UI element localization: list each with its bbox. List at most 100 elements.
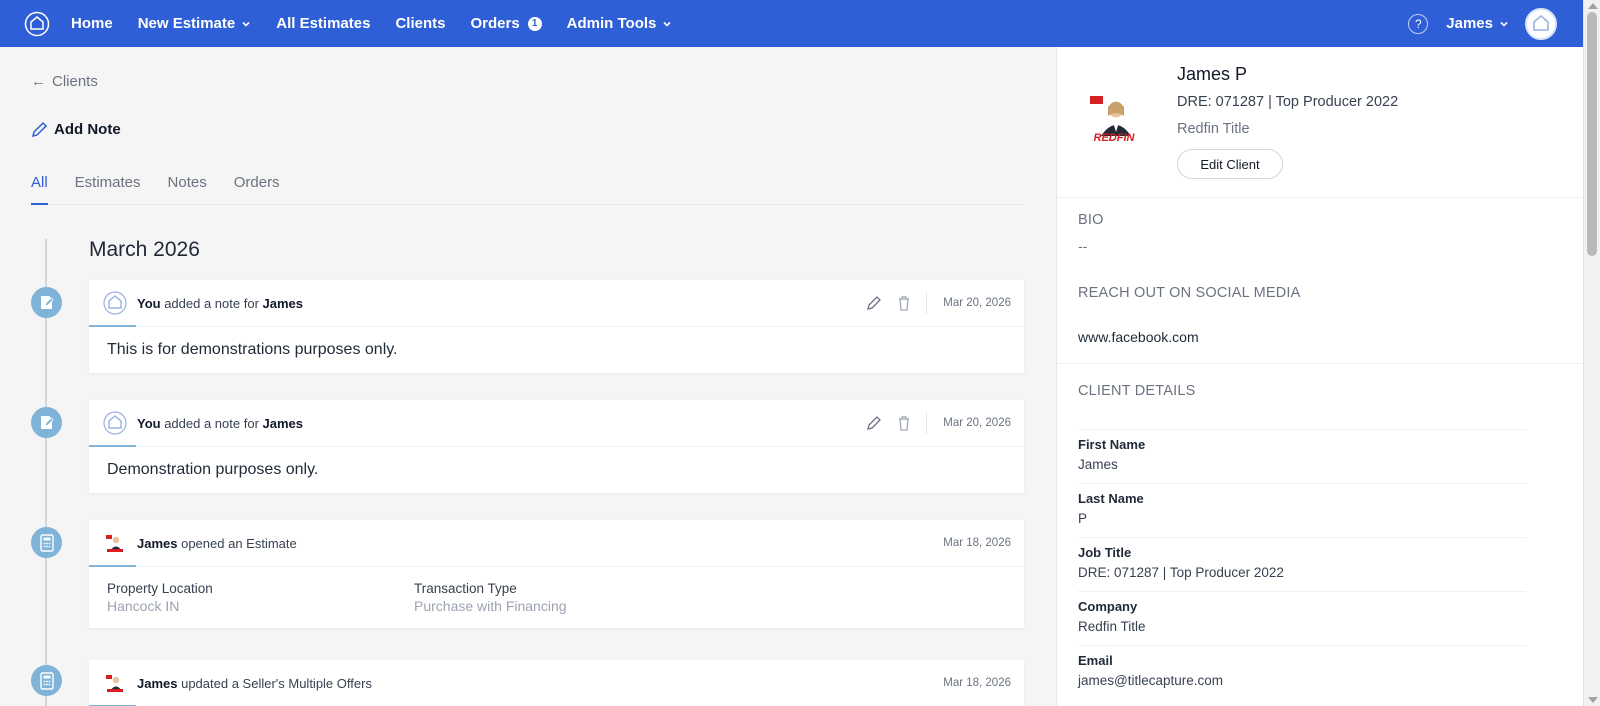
home-avatar-icon xyxy=(103,411,127,435)
detail-row: Job Title DRE: 071287 | Top Producer 202… xyxy=(1078,537,1526,591)
nav-home-label: Home xyxy=(71,15,113,32)
field-value: Hancock IN xyxy=(107,598,180,614)
avatar[interactable] xyxy=(1525,7,1557,40)
back-label: Clients xyxy=(52,73,98,90)
note-timeline-icon xyxy=(31,407,62,438)
client-photo-icon xyxy=(103,671,127,695)
nav-new-estimate-label: New Estimate xyxy=(137,15,236,32)
estimate-fields: Property Location Hancock IN Transaction… xyxy=(89,567,1024,628)
detail-value: james@titlecapture.com xyxy=(1078,673,1224,688)
activity-actor: You xyxy=(137,295,161,311)
activity-card: James updated a Seller's Multiple Offers… xyxy=(89,660,1024,706)
activity-card-header: You added a note for James Mar 20, 2026 xyxy=(89,400,1024,447)
activity-summary: You added a note for James xyxy=(137,416,303,431)
activity-actor: You xyxy=(137,415,161,431)
activity-action: opened an Estimate xyxy=(177,535,297,551)
tab-estimates[interactable]: Estimates xyxy=(75,174,141,205)
activity-date: Mar 20, 2026 xyxy=(943,297,1011,309)
scroll-down-arrow-icon[interactable] xyxy=(1588,697,1598,703)
activity-action: added a note for xyxy=(160,295,263,311)
social-link[interactable]: www.facebook.com xyxy=(1078,329,1199,345)
orders-count-badge: 1 xyxy=(527,16,542,31)
note-body: Demonstration purposes only. xyxy=(107,461,319,478)
activity-action: updated a Seller's Multiple Offers xyxy=(177,675,372,691)
user-menu[interactable]: James xyxy=(1446,15,1509,32)
tab-notes[interactable]: Notes xyxy=(168,174,207,205)
trash-icon[interactable] xyxy=(896,415,912,431)
activity-card: James opened an Estimate Mar 18, 2026 Pr… xyxy=(89,520,1024,628)
nav-clients[interactable]: Clients xyxy=(395,15,445,32)
activity-actor: James xyxy=(137,535,178,551)
chevron-down-icon xyxy=(242,21,250,27)
edit-client-button[interactable]: Edit Client xyxy=(1177,149,1283,179)
tab-orders[interactable]: Orders xyxy=(234,174,280,205)
detail-label: First Name xyxy=(1078,437,1146,452)
edit-note-icon[interactable] xyxy=(866,415,882,431)
detail-value: P xyxy=(1078,511,1088,526)
home-avatar-icon xyxy=(1533,14,1549,31)
estimate-field: Transaction Type Purchase with Financing xyxy=(414,581,721,614)
tab-all[interactable]: All xyxy=(31,174,48,205)
calculator-icon xyxy=(31,665,62,696)
field-value: Purchase with Financing xyxy=(414,598,567,614)
client-details-heading: CLIENT DETAILS xyxy=(1078,383,1196,399)
activity-card-header: James updated a Seller's Multiple Offers… xyxy=(89,660,1024,706)
nav-all-estimates[interactable]: All Estimates xyxy=(276,15,370,32)
client-job-title: DRE: 071287 | Top Producer 2022 xyxy=(1177,94,1399,110)
home-logo-icon[interactable] xyxy=(24,11,50,37)
activity-summary: James updated a Seller's Multiple Offers xyxy=(137,676,372,691)
scroll-up-arrow-icon[interactable] xyxy=(1588,3,1598,9)
detail-label: Company xyxy=(1078,599,1138,614)
activity-date: Mar 18, 2026 xyxy=(943,677,1011,689)
nav-orders-label: Orders xyxy=(470,15,520,32)
page-scrollbar[interactable] xyxy=(1583,0,1600,706)
bio-value: -- xyxy=(1078,238,1088,254)
redfin-logo: REDFIN xyxy=(1093,132,1135,144)
scrollbar-thumb[interactable] xyxy=(1587,12,1597,256)
divider xyxy=(926,412,928,434)
client-photo-icon xyxy=(103,531,127,555)
edit-note-icon[interactable] xyxy=(866,295,882,311)
client-name: James P xyxy=(1177,64,1248,84)
add-note-button[interactable]: Add Note xyxy=(31,121,121,138)
activity-summary: James opened an Estimate xyxy=(137,536,297,551)
nav-home[interactable]: Home xyxy=(71,15,113,32)
detail-row: Email james@titlecapture.com xyxy=(1078,645,1526,699)
activity-card: You added a note for James Mar 20, 2026 … xyxy=(89,400,1024,493)
client-side-panel: REDFIN James P DRE: 071287 | Top Produce… xyxy=(1056,47,1584,706)
add-note-label: Add Note xyxy=(54,121,121,138)
nav-new-estimate[interactable]: New Estimate xyxy=(138,15,252,32)
nav-right: ? James xyxy=(1408,7,1557,40)
user-name: James xyxy=(1446,15,1493,32)
main-content: ← Clients Add Note All Estimates Notes O… xyxy=(0,47,1056,706)
activity-subject: James xyxy=(262,415,303,431)
field-label: Transaction Type xyxy=(414,581,517,596)
detail-row: Company Redfin Title xyxy=(1078,591,1526,645)
note-timeline-icon xyxy=(31,287,62,318)
nav-admin-tools[interactable]: Admin Tools xyxy=(567,15,673,32)
home-avatar-icon xyxy=(103,291,127,315)
trash-icon[interactable] xyxy=(896,295,912,311)
detail-row: Last Name P xyxy=(1078,483,1526,537)
bio-heading: BIO xyxy=(1078,212,1104,228)
field-label: Property Location xyxy=(107,581,213,596)
nav-admin-tools-label: Admin Tools xyxy=(566,15,657,32)
detail-value: James xyxy=(1078,457,1118,472)
client-photo: REDFIN xyxy=(1088,92,1140,144)
divider xyxy=(926,292,928,314)
activity-date: Mar 20, 2026 xyxy=(943,417,1011,429)
detail-row: First Name James xyxy=(1078,429,1526,483)
back-to-clients-link[interactable]: ← Clients xyxy=(31,73,98,90)
detail-value: DRE: 071287 | Top Producer 2022 xyxy=(1078,565,1284,580)
activity-actions: Mar 20, 2026 xyxy=(866,412,1024,434)
detail-label: Email xyxy=(1078,653,1113,668)
help-icon[interactable]: ? xyxy=(1408,13,1429,34)
activity-card-header: James opened an Estimate Mar 18, 2026 xyxy=(89,520,1024,567)
nav-orders[interactable]: Orders 1 xyxy=(470,15,542,32)
activity-card: You added a note for James Mar 20, 2026 … xyxy=(89,280,1024,373)
activity-subject: James xyxy=(262,295,303,311)
divider xyxy=(1057,363,1584,364)
activity-actor: James xyxy=(137,675,178,691)
pencil-icon xyxy=(31,121,48,138)
detail-label: Job Title xyxy=(1078,545,1132,560)
